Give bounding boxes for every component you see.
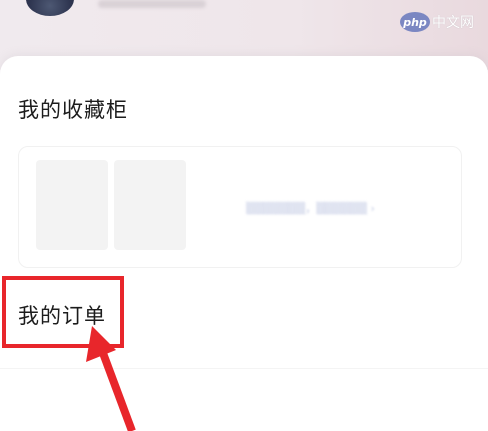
watermark: php 中文网 — [400, 12, 474, 32]
username-blurred — [98, 0, 206, 8]
collection-thumbnail[interactable] — [114, 160, 186, 250]
php-logo-icon: php — [400, 12, 430, 32]
avatar[interactable] — [26, 0, 74, 16]
collection-title[interactable]: 我的收藏柜 — [18, 94, 128, 124]
highlight-box — [2, 276, 124, 348]
collection-hint-blurred: ▒▒▒▒▒▒▒，▒▒▒▒▒▒ › — [246, 202, 375, 215]
watermark-text: 中文网 — [432, 15, 474, 31]
divider — [0, 368, 488, 369]
collection-thumbnail[interactable] — [36, 160, 108, 250]
